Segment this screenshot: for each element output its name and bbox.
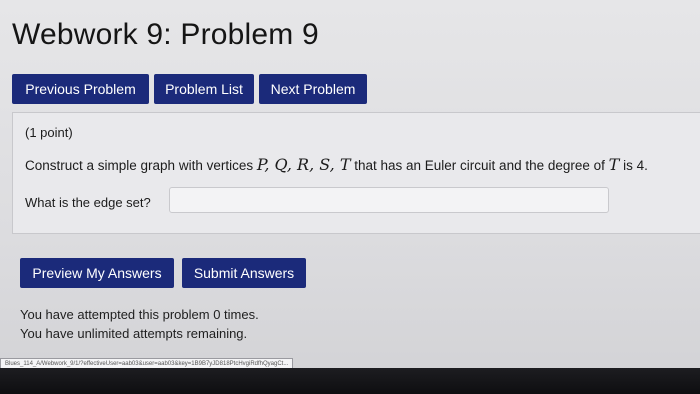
preview-answers-button[interactable]: Preview My Answers [20,258,174,288]
question-prefix: Construct a simple graph with vertices [25,158,257,173]
vertex-set-math: P, Q, R, S, T [256,155,351,174]
previous-problem-button[interactable]: Previous Problem [12,74,149,104]
problem-points: (1 point) [25,125,73,140]
edge-set-input[interactable] [169,187,609,213]
problem-panel: (1 point) Construct a simple graph with … [12,112,700,234]
vertex-variable-math: T [608,155,620,174]
edge-set-label: What is the edge set? [25,195,151,210]
problem-question: Construct a simple graph with vertices P… [25,155,648,174]
attempts-info: You have attempted this problem 0 times.… [20,305,259,343]
screen-bezel [0,368,700,394]
problem-list-button[interactable]: Problem List [154,74,254,104]
question-suffix: is 4. [619,158,648,173]
attempts-remaining-text: You have unlimited attempts remaining. [20,326,248,341]
next-problem-button[interactable]: Next Problem [259,74,367,104]
page-title: Webwork 9: Problem 9 [12,18,319,51]
submit-answers-button[interactable]: Submit Answers [182,258,306,288]
question-middle: that has an Euler circuit and the degree… [350,158,609,173]
attempted-count-text: You have attempted this problem 0 times. [20,307,259,322]
